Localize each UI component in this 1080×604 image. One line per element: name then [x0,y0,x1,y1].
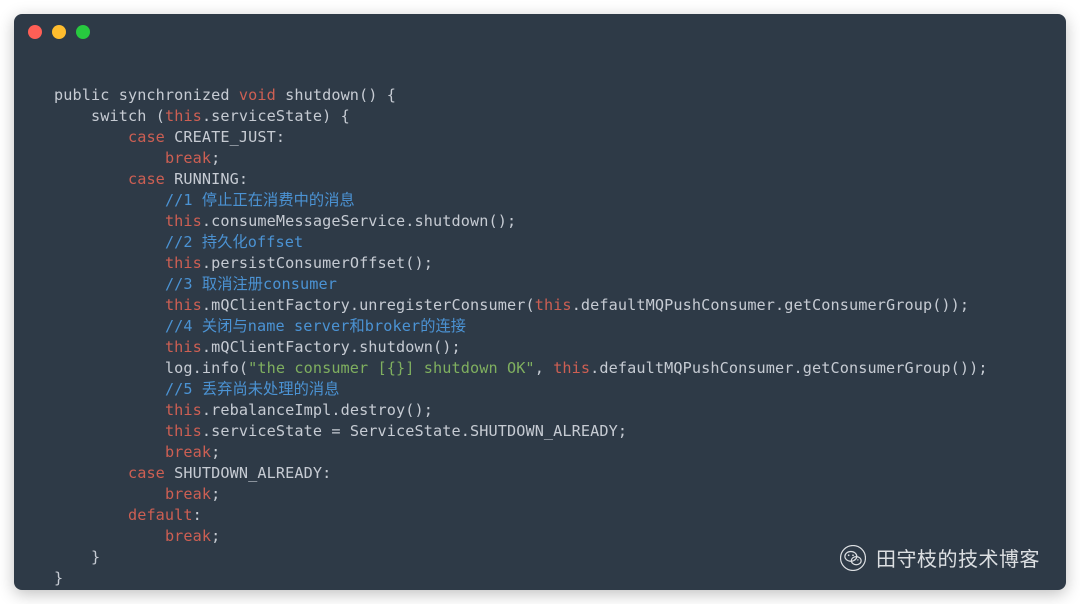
code-token: this [165,422,202,440]
code-token [54,107,91,125]
code-token: .mQClientFactory.shutdown(); [202,338,461,356]
code-token: //3 取消注册consumer [165,275,337,293]
wechat-icon [840,545,866,571]
minimize-icon[interactable] [52,25,66,39]
code-token: : [193,506,202,524]
zoom-icon[interactable] [76,25,90,39]
code-token: ; [211,443,220,461]
code-token: this [165,107,202,125]
code-token: ; [211,149,220,167]
code-token [54,170,128,188]
code-token [54,485,165,503]
code-token [54,254,165,272]
code-token [54,401,165,419]
code-token: CREATE_JUST: [165,128,285,146]
watermark: 田守枝的技术博客 [840,543,1040,572]
code-token: .persistConsumerOffset(); [202,254,433,272]
code-token [54,380,165,398]
code-token [54,212,165,230]
code-token: this [535,296,572,314]
code-token [54,422,165,440]
code-token [54,191,165,209]
code-token: break [165,485,211,503]
code-token: default [128,506,193,524]
code-token: this [165,212,202,230]
code-token: this [165,338,202,356]
code-token: this [165,401,202,419]
code-token [54,527,165,545]
code-token: .serviceState) { [202,107,350,125]
code-token: this [553,359,590,377]
code-token: //1 停止正在消费中的消息 [165,191,355,209]
code-block: public synchronized void shutdown() { sw… [54,85,1048,589]
code-token: .consumeMessageService.shutdown(); [202,212,516,230]
code-token: break [165,527,211,545]
code-token: , [535,359,554,377]
code-token [54,128,128,146]
code-token: break [165,443,211,461]
code-token: .defaultMQPushConsumer.getConsumerGroup(… [590,359,987,377]
code-token: case [128,464,165,482]
code-token: this [165,254,202,272]
code-token: case [128,170,165,188]
code-token: log.info( [54,359,248,377]
code-token: public synchronized [54,86,239,104]
code-token [54,506,128,524]
code-token [54,233,165,251]
code-token: switch [91,107,146,125]
code-token: ; [211,527,220,545]
code-token: break [165,149,211,167]
code-token: ; [211,485,220,503]
close-icon[interactable] [28,25,42,39]
code-token: //2 持久化offset [165,233,303,251]
code-token: .mQClientFactory.unregisterConsumer( [202,296,535,314]
code-token: .defaultMQPushConsumer.getConsumerGroup(… [572,296,969,314]
code-token: "the consumer [{}] shutdown OK" [248,359,535,377]
code-token [54,443,165,461]
code-token: } [54,569,63,587]
code-token: //4 关闭与name server和broker的连接 [165,317,466,335]
code-token: shutdown() { [276,86,396,104]
code-token: ( [146,107,165,125]
titlebar [14,14,1066,50]
code-window: public synchronized void shutdown() { sw… [14,14,1066,590]
code-token: } [54,548,100,566]
code-token: .rebalanceImpl.destroy(); [202,401,433,419]
code-token: this [165,296,202,314]
code-token [54,338,165,356]
watermark-text: 田守枝的技术博客 [876,543,1040,572]
code-token [54,317,165,335]
code-token: //5 丢弃尚未处理的消息 [165,380,340,398]
code-token [54,296,165,314]
code-token: SHUTDOWN_ALREADY: [165,464,331,482]
code-token: void [239,86,276,104]
code-token [54,149,165,167]
code-token: RUNNING: [165,170,248,188]
code-token: case [128,128,165,146]
code-token [54,464,128,482]
code-token: .serviceState = ServiceState.SHUTDOWN_AL… [202,422,627,440]
code-token [54,275,165,293]
